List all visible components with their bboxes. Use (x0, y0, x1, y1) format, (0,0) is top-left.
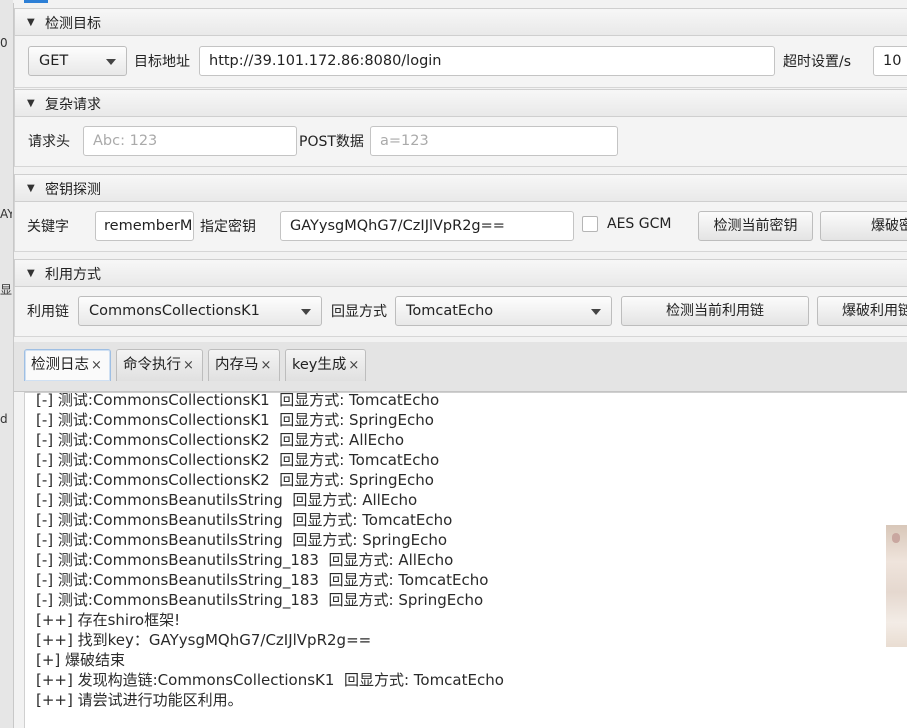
close-icon[interactable]: × (183, 351, 194, 381)
log-line: [-] 测试:CommonsCollectionsK2 回显方式: AllEch… (36, 431, 405, 449)
chain-label: 利用链 (27, 304, 69, 320)
log-line: [-] 测试:CommonsBeanutilsString 回显方式: Tomc… (36, 511, 453, 529)
image-detail (892, 533, 900, 543)
specified-key-input[interactable]: GAYysgMQhG7/CzIJlVpR2g== (280, 211, 574, 241)
log-line: [-] 测试:CommonsBeanutilsString 回显方式: AllE… (36, 491, 418, 509)
chevron-down-icon (301, 309, 311, 315)
log-line: [-] 测试:CommonsCollectionsK1 回显方式: Tomcat… (36, 392, 440, 409)
request-header-input[interactable]: Abc: 123 (83, 126, 297, 156)
log-line: [-] 测试:CommonsBeanutilsString_183 回显方式: … (36, 551, 454, 569)
log-line: [++] 发现构造链:CommonsCollectionsK1 回显方式: To… (36, 671, 504, 689)
tab-bar: 检测日志 × 命令执行 × 内存马 × key生成 × (14, 342, 907, 392)
aes-gcm-label: AES GCM (607, 216, 672, 232)
tab-label: 内存马 (215, 357, 259, 373)
tab-detection-log[interactable]: 检测日志 × (24, 349, 111, 381)
section-header-exploit[interactable]: ▼ 利用方式 (14, 259, 907, 287)
log-line: [++] 存在shiro框架! (36, 611, 181, 629)
section-header-complex[interactable]: ▼ 复杂请求 (14, 89, 907, 117)
log-line: [-] 测试:CommonsBeanutilsString 回显方式: Spri… (36, 531, 448, 549)
post-data-label: POST数据 (299, 134, 364, 150)
post-data-input[interactable]: a=123 (370, 126, 618, 156)
check-chain-button[interactable]: 检测当前利用链 (621, 296, 809, 326)
chain-select[interactable]: CommonsCollectionsK1 (78, 296, 322, 326)
chevron-down-icon (106, 59, 116, 65)
section-title: 利用方式 (45, 267, 101, 283)
echo-select[interactable]: TomcatEcho (395, 296, 612, 326)
tab-key-gen[interactable]: key生成 × (285, 349, 366, 381)
section-body-complex: 请求头 Abc: 123 POST数据 a=123 (14, 117, 907, 167)
triangle-down-icon: ▼ (27, 183, 35, 194)
close-icon[interactable]: × (348, 351, 359, 381)
url-label: 目标地址 (134, 54, 190, 70)
log-output[interactable]: [-] 测试:CommonsCollectionsK1 回显方式: Tomcat… (24, 392, 907, 728)
strip-fragment: 显 (0, 283, 12, 297)
request-header-label: 请求头 (28, 134, 70, 150)
tab-label: 命令执行 (123, 357, 181, 373)
chevron-down-icon (591, 309, 601, 315)
strip-fragment: AY (0, 207, 12, 221)
brute-chain-button[interactable]: 爆破利用链 (817, 296, 907, 326)
close-icon[interactable]: × (91, 351, 102, 381)
log-line: [-] 测试:CommonsBeanutilsString_183 回显方式: … (36, 571, 489, 589)
keyword-label: 关键字 (27, 219, 69, 235)
top-edge (13, 0, 907, 3)
tab-label: 检测日志 (31, 357, 89, 373)
section-body-key: 关键字 rememberMe 指定密钥 GAYysgMQhG7/CzIJlVpR… (14, 202, 907, 252)
close-icon[interactable]: × (261, 351, 272, 381)
section-title: 检测目标 (45, 16, 101, 32)
section-header-target[interactable]: ▼ 检测目标 (14, 8, 907, 36)
log-lines: [-] 测试:CommonsCollectionsK1 回显方式: Tomcat… (36, 392, 504, 710)
section-header-key[interactable]: ▼ 密钥探测 (14, 174, 907, 202)
specified-key-label: 指定密钥 (200, 219, 256, 235)
method-select[interactable]: GET (28, 46, 127, 76)
echo-label: 回显方式 (331, 304, 387, 320)
section-title: 复杂请求 (45, 97, 101, 113)
section-body-target: GET 目标地址 http://39.101.172.86:8080/login… (14, 36, 907, 88)
aes-gcm-checkbox[interactable] (582, 216, 598, 232)
timeout-label: 超时设置/s (783, 54, 852, 70)
log-line: [++] 找到key：GAYysgMQhG7/CzIJlVpR2g== (36, 631, 372, 649)
section-title: 密钥探测 (45, 182, 101, 198)
background-image-fragment (886, 525, 907, 647)
brute-key-button[interactable]: 爆破密钥 (820, 211, 907, 241)
triangle-down-icon: ▼ (27, 268, 35, 279)
log-line: [-] 测试:CommonsBeanutilsString_183 回显方式: … (36, 591, 484, 609)
section-body-exploit: 利用链 CommonsCollectionsK1 回显方式 TomcatEcho… (14, 287, 907, 337)
active-indicator (24, 0, 48, 3)
echo-value: TomcatEcho (406, 303, 494, 319)
log-line: [++] 请尝试进行功能区利用。 (36, 691, 243, 709)
adjacent-window-strip: 0 AY 显 d (0, 0, 14, 728)
strip-fragment: d (0, 412, 8, 426)
tab-memshell[interactable]: 内存马 × (208, 349, 280, 381)
tab-label: key生成 (292, 357, 347, 373)
triangle-down-icon: ▼ (27, 98, 35, 109)
log-line: [-] 测试:CommonsCollectionsK2 回显方式: Spring… (36, 471, 434, 489)
log-line: [+] 爆破结束 (36, 651, 126, 669)
strip-fragment: 0 (0, 36, 8, 50)
log-line: [-] 测试:CommonsCollectionsK1 回显方式: Spring… (36, 411, 434, 429)
check-key-button[interactable]: 检测当前密钥 (698, 211, 813, 241)
method-value: GET (39, 53, 69, 69)
tab-command-exec[interactable]: 命令执行 × (116, 349, 203, 381)
triangle-down-icon: ▼ (27, 17, 35, 28)
keyword-input[interactable]: rememberMe (95, 211, 194, 241)
chain-value: CommonsCollectionsK1 (89, 303, 260, 319)
url-input[interactable]: http://39.101.172.86:8080/login (199, 46, 775, 76)
log-line: [-] 测试:CommonsCollectionsK2 回显方式: Tomcat… (36, 451, 440, 469)
timeout-input[interactable]: 10 (873, 46, 907, 76)
